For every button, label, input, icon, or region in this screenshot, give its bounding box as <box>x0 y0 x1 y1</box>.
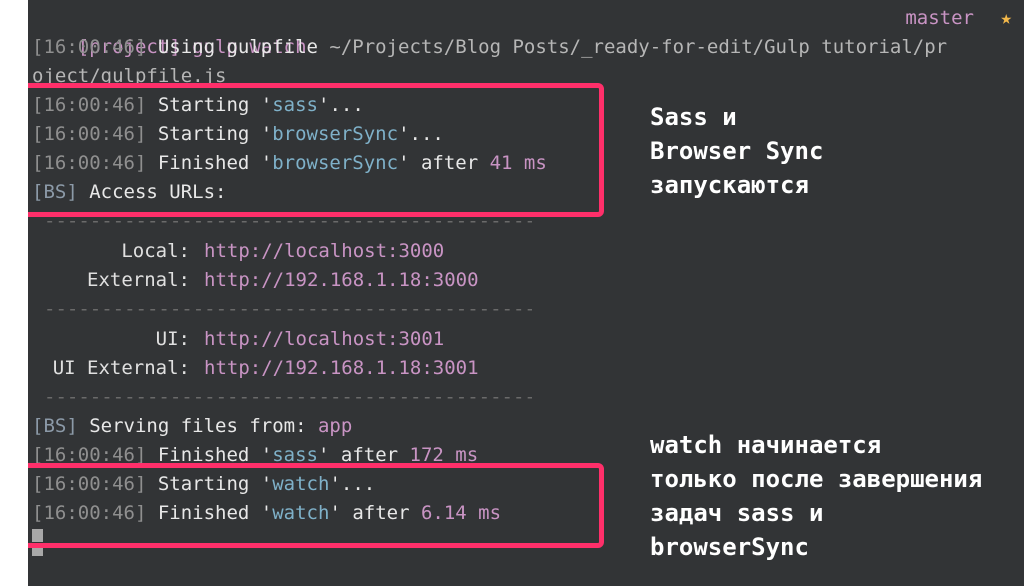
external-label: External: <box>87 269 190 291</box>
star-icon: ★ <box>1000 7 1012 29</box>
ui-label: UI: <box>155 328 190 350</box>
ui-external-label: UI External: <box>52 357 190 379</box>
local-label: Local: <box>121 240 190 262</box>
local-url-link[interactable]: http://localhost:3000 <box>204 237 444 266</box>
bs-tag: [BS] <box>32 415 78 437</box>
gulpfile-path: ~/Projects/Blog Posts/_ready-for-edit/Gu… <box>329 36 948 58</box>
separator: ----------------------------------------… <box>44 298 532 320</box>
highlight-box-watch <box>28 463 604 548</box>
prompt-line: [project] gulp watch <box>32 4 307 58</box>
annotation-startup: Sass и Browser Sync запускаются <box>650 103 824 199</box>
log-text: Using gulpfile <box>146 36 330 58</box>
external-url-link[interactable]: http://192.168.1.18:3000 <box>204 266 479 295</box>
ui-external-url-link[interactable]: http://192.168.1.18:3001 <box>204 354 479 383</box>
log-text: Serving files from: <box>77 415 318 437</box>
git-branch: master <box>905 7 974 29</box>
separator: ----------------------------------------… <box>44 386 532 408</box>
highlight-box-startup <box>28 83 604 217</box>
log-line-gulpfile: [16:00:46] Using gulpfile ~/Projects/Blo… <box>32 33 947 62</box>
timestamp: [16:00:46] <box>32 36 147 58</box>
serving-dir: app <box>317 415 353 437</box>
ui-url-link[interactable]: http://localhost:3001 <box>204 325 444 354</box>
terminal-window[interactable]: [project] gulp watch master ★ [16:00:46]… <box>28 0 1024 586</box>
annotation-watch: watch начинается только после завершения… <box>650 431 983 561</box>
log-line-serving: [BS] Serving files from: app <box>32 412 352 441</box>
